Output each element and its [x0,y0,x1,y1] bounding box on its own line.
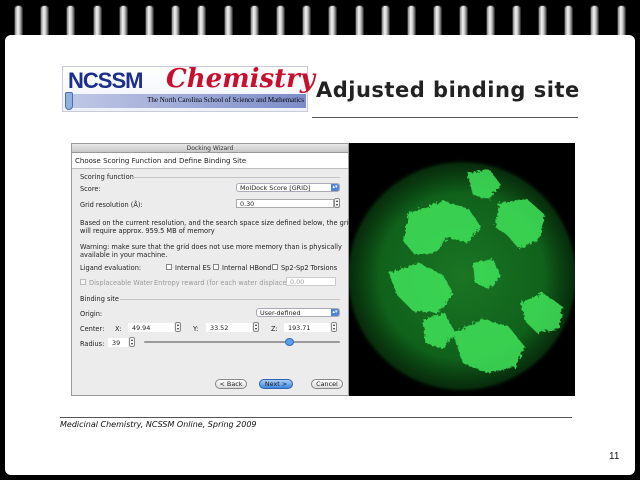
center-x-stepper[interactable]: ▴ ▾ [175,322,181,332]
radius-stepper[interactable]: ▴ ▾ [129,337,135,347]
displaceable-water-label: Displaceable Water [89,279,153,287]
score-select[interactable]: MolDock Score [GRID] ▴▾ [236,183,340,192]
updown-arrow-icon: ▴▾ [331,184,339,191]
internal-es-label: Internal ES [175,264,211,272]
updown-arrow-icon: ▴▾ [331,309,339,316]
entropy-reward-input[interactable]: 0.00 [286,277,336,286]
origin-select[interactable]: User-defined ▴▾ [256,308,340,317]
center-y-input[interactable]: 33.52 [206,323,252,332]
center-z-stepper[interactable]: ▴ ▾ [331,322,337,332]
flask-icon [65,92,73,110]
score-label: Score: [80,185,101,193]
slide-title: Adjusted binding site [316,78,580,102]
back-button[interactable]: < Back [215,379,247,389]
title-divider [312,117,578,118]
internal-es-checkbox[interactable] [166,264,172,270]
binding-site-group-label: Binding site [80,295,119,303]
center-x-label: X: [115,325,122,333]
docking-wizard-dialog: Docking Wizard Choose Scoring Function a… [71,143,353,396]
center-y-stepper[interactable]: ▴ ▾ [253,322,259,332]
internal-hbond-checkbox[interactable] [213,264,219,270]
next-button[interactable]: Next > [259,379,293,389]
logo-school-name: The North Carolina School of Science and… [147,96,304,104]
warning-line-2: available in your machine. [80,251,168,259]
footer-course-text: Medicinal Chemistry, NCSSM Online, Sprin… [60,420,257,429]
ncssm-chemistry-logo: NCSSM Chemistry The North Carolina Schoo… [62,64,315,112]
warning-line-1: Warning: make sure that the grid does no… [80,243,342,251]
ligand-evaluation-label: Ligand evaluation: [80,264,142,272]
sp2-torsions-checkbox[interactable] [272,264,278,270]
origin-select-value: User-defined [260,309,301,317]
center-y-label: Y: [193,325,199,333]
cancel-button[interactable]: Cancel [311,379,343,389]
logo-subject: Chemistry [166,64,315,94]
displaceable-water-checkbox[interactable] [80,279,86,285]
grid-resolution-label: Grid resolution (Å): [80,201,143,209]
page-number: 11 [609,451,620,462]
center-x-input[interactable]: 49.94 [128,323,174,332]
molecule-viewer[interactable] [349,143,575,396]
radius-slider-track[interactable] [144,341,340,343]
score-select-value: MolDock Score [GRID] [240,184,311,192]
memory-info-line-1: Based on the current resolution, and the… [80,219,353,227]
logo-brand: NCSSM [68,68,143,93]
center-label: Center: [80,325,105,333]
binding-group-divider [120,299,340,300]
radius-slider-thumb[interactable] [284,338,294,346]
internal-hbond-label: Internal HBond [222,264,272,272]
scoring-group-divider [132,177,340,178]
radius-input[interactable]: 39 [108,338,128,347]
grid-resolution-stepper[interactable]: ▴ ▾ [334,198,340,208]
sp2-torsions-label: Sp2-Sp2 Torsions [281,264,338,272]
scoring-group-label: Scoring function [80,173,134,181]
center-z-label: Z: [271,325,278,333]
grid-resolution-input[interactable]: 0.30 [236,199,334,208]
footer-divider [60,417,572,418]
memory-info-line-2: will require approx. 959.5 MB of memory [80,227,215,235]
dialog-titlebar[interactable]: Docking Wizard [72,144,348,153]
dialog-header: Choose Scoring Function and Define Bindi… [72,153,348,169]
radius-label: Radius: [80,340,105,348]
binding-site-render [349,158,575,394]
origin-label: Origin: [80,310,103,318]
entropy-reward-label: Entropy reward (for each water displaced… [154,279,296,287]
center-z-input[interactable]: 193.71 [284,323,330,332]
